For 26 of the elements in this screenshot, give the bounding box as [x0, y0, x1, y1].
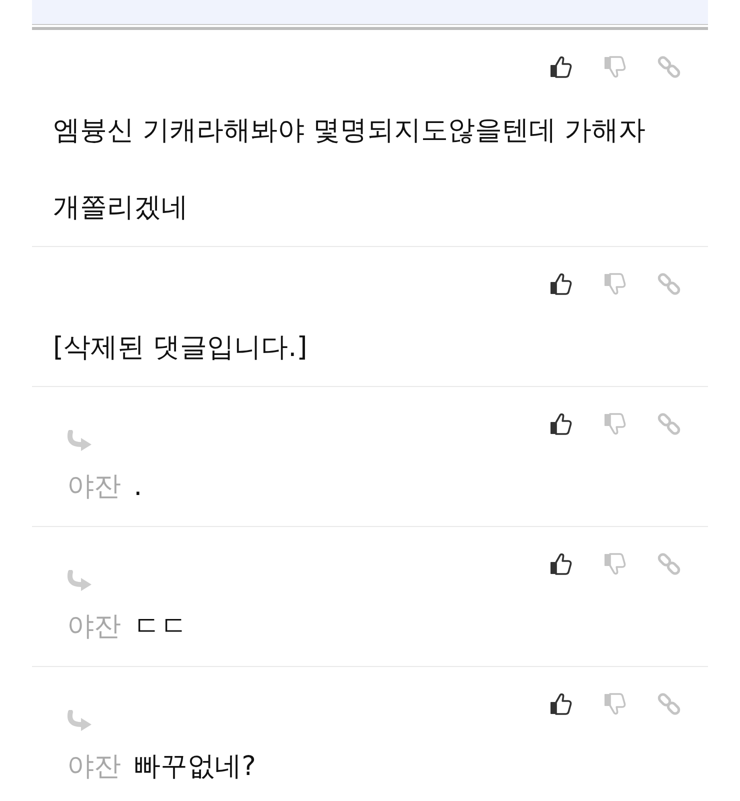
link-icon[interactable]: [657, 272, 681, 296]
thumbs-up-icon[interactable]: [549, 552, 573, 576]
reply-author: 야잔: [67, 611, 121, 642]
reply-arrow-icon: [66, 430, 92, 452]
thumbs-down-icon[interactable]: [603, 552, 627, 576]
link-icon[interactable]: [657, 412, 681, 436]
reply-text: 빠꾸없네?: [134, 751, 256, 782]
link-icon[interactable]: [657, 55, 681, 79]
reply-arrow-icon: [66, 570, 92, 592]
reply-author: 야잔: [67, 471, 121, 502]
reply-author: 야잔: [67, 751, 121, 782]
thumbs-down-icon[interactable]: [603, 692, 627, 716]
link-icon[interactable]: [657, 692, 681, 716]
link-icon[interactable]: [657, 552, 681, 576]
thumbs-up-icon[interactable]: [549, 692, 573, 716]
reply-text: ㄷㄷ: [134, 611, 188, 642]
thumbs-up-icon[interactable]: [549, 272, 573, 296]
thumbs-down-icon[interactable]: [603, 272, 627, 296]
reply-text: .: [134, 471, 142, 502]
comment-text: [삭제된 댓글입니다.]: [52, 331, 308, 365]
thumbs-up-icon[interactable]: [549, 412, 573, 436]
comment-text: 엠븅신 기캐라해봐야 몇명되지도않을텐데 가해자 개쫄리겠네: [52, 114, 647, 225]
reply-arrow-icon: [66, 710, 92, 732]
thumbs-down-icon[interactable]: [603, 412, 627, 436]
thumbs-down-icon[interactable]: [603, 55, 627, 79]
thumbs-up-icon[interactable]: [549, 55, 573, 79]
